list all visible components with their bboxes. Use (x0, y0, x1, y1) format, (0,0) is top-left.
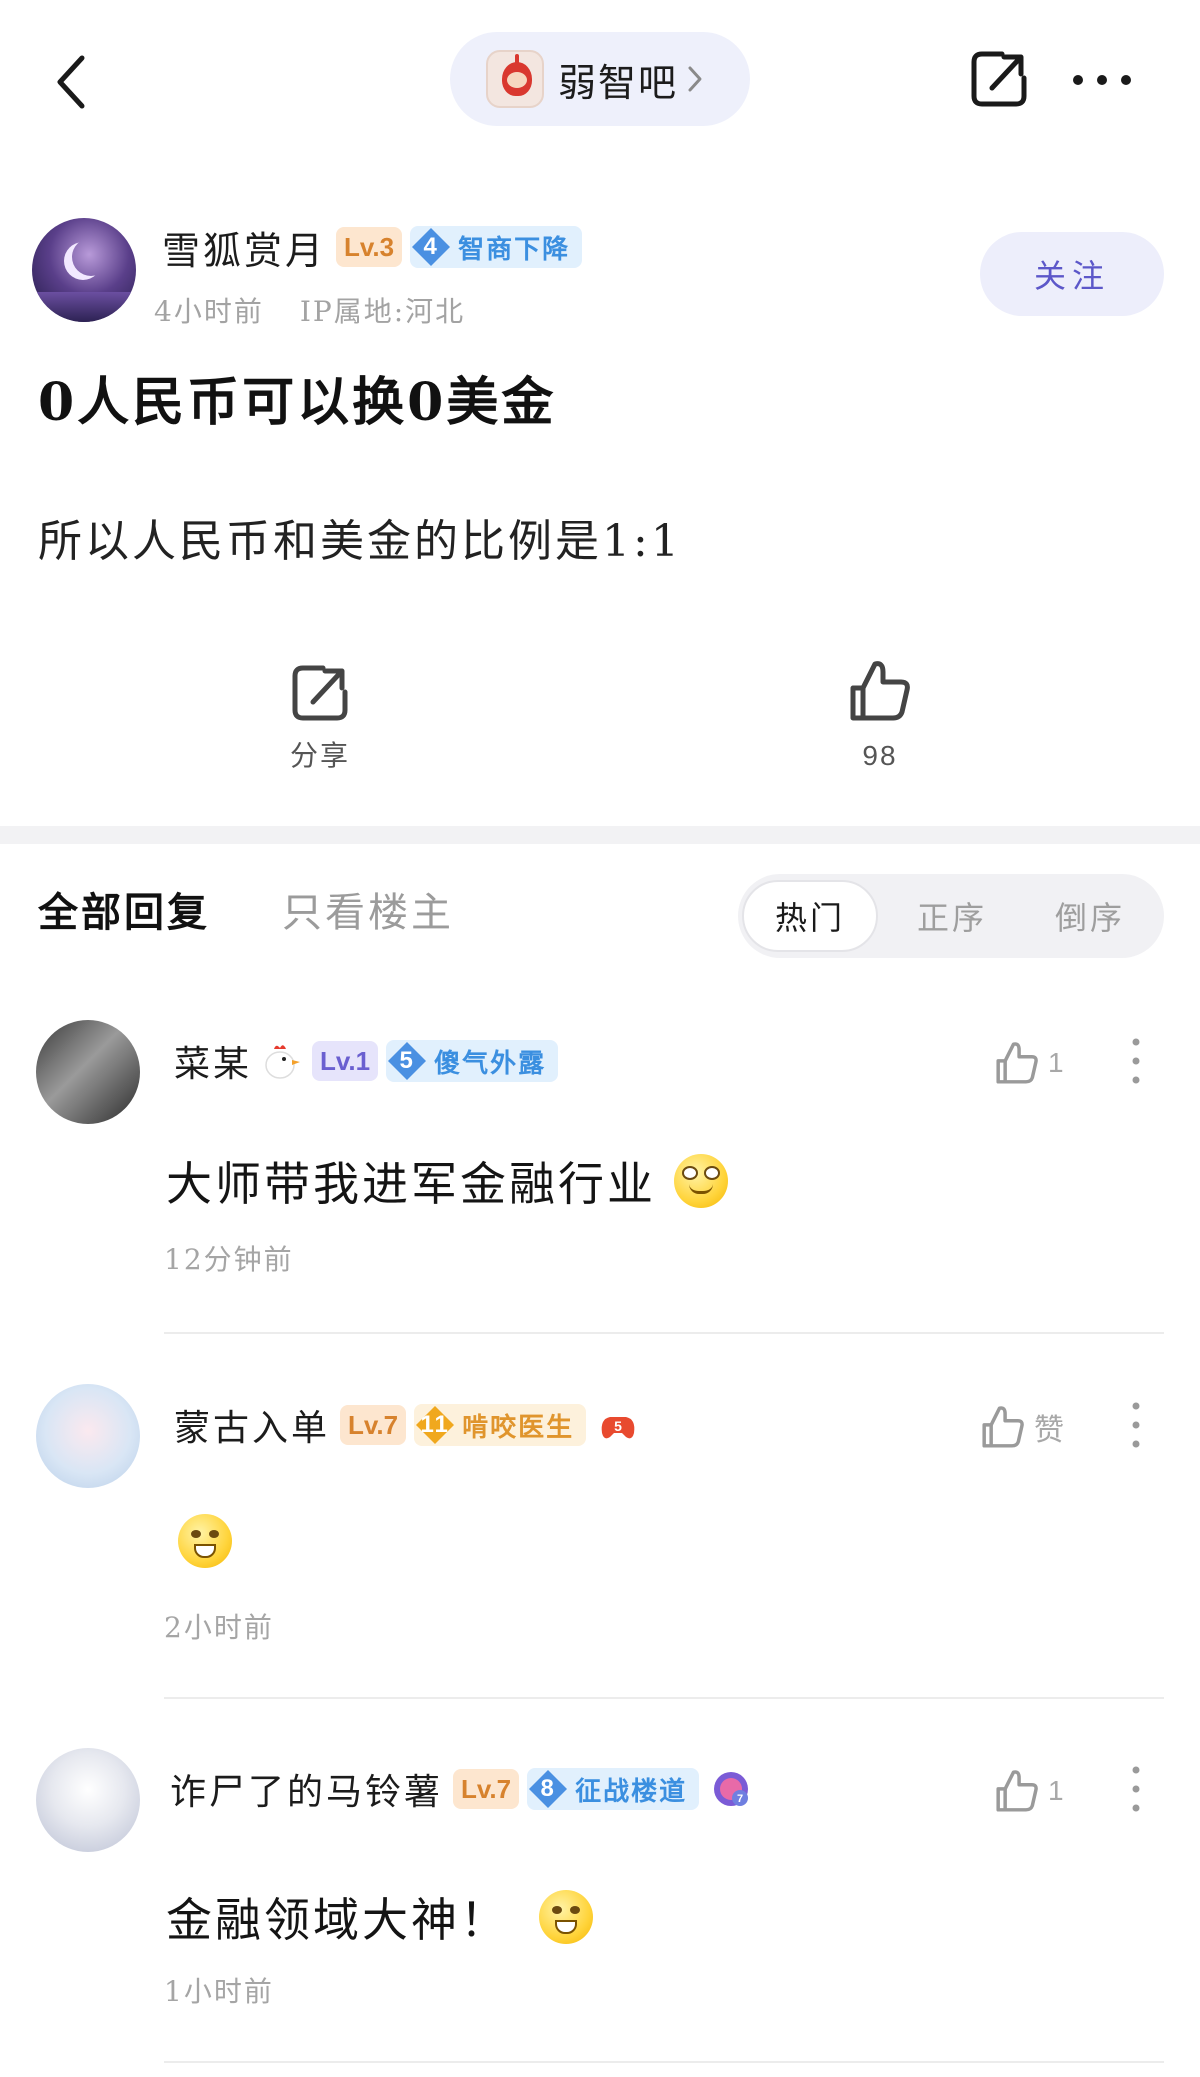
top-bar: 弱智吧 (0, 0, 1200, 160)
sort-descending[interactable]: 倒序 (1022, 880, 1158, 952)
comment-text (178, 1514, 232, 1568)
comment-text: 大师带我进军金融行业 (166, 1148, 728, 1214)
commenter-info: 蒙古入单 Lv.7 11 啃咬医生 5 (174, 1398, 640, 1452)
title-text: 智商下降 (458, 234, 571, 265)
share-icon (292, 665, 348, 721)
comment-more-icon[interactable] (1126, 1764, 1146, 1814)
commenter-info: 菜某 Lv.1 5 傻气外露 (174, 1034, 559, 1088)
commenter-avatar[interactable] (36, 1748, 140, 1852)
dizzy-face-emoji (674, 1154, 728, 1208)
share-label: 分享 (289, 739, 350, 772)
title-text: 傻气外露 (434, 1048, 547, 1079)
grimace-emoji (178, 1514, 232, 1568)
comment-like-button[interactable]: 赞 (980, 1404, 1064, 1450)
title-badge: 4 智商下降 (410, 226, 583, 268)
comment-text: 金融领域大神！ (166, 1884, 593, 1950)
title-text: 征战楼道 (575, 1776, 688, 1807)
svg-text:5: 5 (614, 1418, 622, 1434)
forum-logo (486, 50, 544, 108)
more-options-icon[interactable] (1070, 60, 1134, 100)
commenter-name[interactable]: 蒙古入单 (174, 1399, 330, 1451)
grimace-emoji (539, 1890, 593, 1944)
thumbs-up-icon (996, 1770, 1038, 1812)
game-badge-icon: 5 (601, 1417, 635, 1439)
svg-text:7: 7 (737, 1793, 743, 1805)
like-count: 98 (862, 740, 898, 771)
commenter-avatar[interactable] (36, 1384, 140, 1488)
sort-hot[interactable]: 热门 (742, 880, 878, 952)
gem-icon: 5 (386, 1040, 428, 1082)
thumbs-up-icon (982, 1406, 1024, 1448)
sort-ascending[interactable]: 正序 (884, 880, 1020, 952)
comment-like-count: 1 (1048, 1775, 1064, 1806)
commenter-name[interactable]: 诈尸了的马铃薯 (170, 1763, 443, 1815)
comment-more-icon[interactable] (1126, 1036, 1146, 1086)
commenter-name[interactable]: 菜某 (174, 1035, 252, 1087)
thumbs-up-icon (996, 1042, 1038, 1084)
comment-text-content: 大师带我进军金融行业 (166, 1157, 656, 1211)
like-action[interactable]: 98 (830, 658, 930, 772)
forum-name: 弱智吧 (558, 60, 679, 105)
thumbs-up-icon (850, 661, 910, 721)
gem-icon: 11 (414, 1404, 456, 1446)
tab-all-replies[interactable]: 全部回复 (38, 880, 210, 938)
gem-icon: 8 (527, 1768, 569, 1810)
comment-divider (164, 1697, 1164, 1699)
medal-icon: 7 (714, 1772, 749, 1806)
forum-entry-button[interactable]: 弱智吧 (450, 32, 750, 126)
title-badge: 8 征战楼道 (527, 1768, 700, 1810)
comment-more-icon[interactable] (1126, 1400, 1146, 1450)
sort-toggle: 热门 正序 倒序 (738, 874, 1164, 958)
comment-like-button[interactable]: 1 (994, 1040, 1064, 1086)
comment-like-button[interactable]: 1 (994, 1768, 1064, 1814)
level-badge: Lv.7 (340, 1405, 407, 1445)
post-meta: 4小时前 IP属地:河北 (154, 290, 465, 330)
author-name[interactable]: 雪狐赏月 (162, 220, 326, 275)
tab-op-only[interactable]: 只看楼主 (282, 880, 454, 938)
comment-text-content: 金融领域大神！ (166, 1893, 509, 1947)
follow-button[interactable]: 关注 (980, 232, 1164, 316)
post-title: 0人民币可以换0美金 (38, 372, 557, 433)
comment-divider (164, 1332, 1164, 1334)
title-badge: 5 傻气外露 (386, 1040, 559, 1082)
post-time: 4小时前 (154, 295, 264, 328)
post-body: 所以人民币和美金的比例是1:1 (38, 516, 682, 567)
author-info: 雪狐赏月 Lv.3 4 智商下降 (162, 220, 583, 275)
title-text: 啃咬医生 (462, 1412, 575, 1443)
ip-location: IP属地:河北 (299, 295, 466, 328)
commenter-avatar[interactable] (36, 1020, 140, 1124)
comment-like-label: 赞 (1034, 1413, 1064, 1448)
comment-time: 2小时前 (164, 1611, 274, 1644)
comment-time: 1小时前 (164, 1975, 274, 2008)
commenter-info: 诈尸了的马铃薯 Lv.7 8 征战楼道 7 (170, 1762, 753, 1816)
comment-time: 12分钟前 (164, 1243, 294, 1276)
chicken-icon (265, 1045, 301, 1079)
comment-divider (164, 2061, 1164, 2063)
section-divider (0, 826, 1200, 844)
share-icon[interactable] (968, 48, 1030, 110)
comment-like-count: 1 (1048, 1047, 1064, 1078)
back-icon[interactable] (50, 52, 94, 112)
chevron-right-icon (688, 66, 702, 92)
level-badge: Lv.1 (312, 1041, 379, 1081)
level-badge: Lv.7 (453, 1769, 520, 1809)
author-avatar[interactable] (32, 218, 136, 322)
level-badge: Lv.3 (336, 227, 403, 267)
title-badge: 11 啃咬医生 (414, 1404, 587, 1446)
gem-icon: 4 (410, 226, 452, 268)
share-action[interactable]: 分享 (270, 662, 370, 774)
